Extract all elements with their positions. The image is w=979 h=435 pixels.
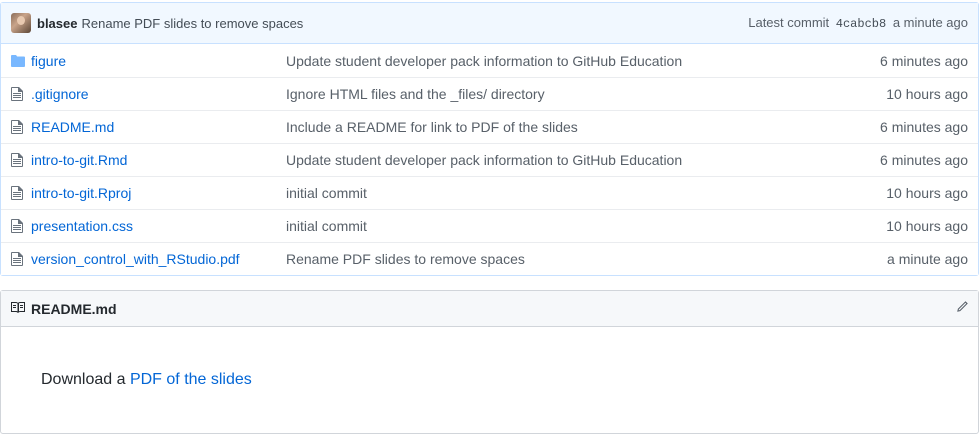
file-row: intro-to-git.Rmd Update student developer… xyxy=(1,143,978,176)
file-name-link[interactable]: figure xyxy=(31,53,66,69)
file-name-cell: figure xyxy=(31,53,286,69)
file-commit-age: 6 minutes ago xyxy=(880,152,968,168)
file-commit-message[interactable]: Ignore HTML files and the _files/ direct… xyxy=(286,86,818,102)
file-icon xyxy=(11,153,31,167)
readme-title: README.md xyxy=(31,300,117,317)
readme-text: Download a xyxy=(41,371,126,388)
file-name-link[interactable]: version_control_with_RStudio.pdf xyxy=(31,251,240,267)
readme-header: README.md xyxy=(1,291,978,327)
file-commit-age: a minute ago xyxy=(887,251,968,267)
file-commit-message[interactable]: Include a README for link to PDF of the … xyxy=(286,119,818,135)
file-row: presentation.css initial commit 10 hours a… xyxy=(1,209,978,242)
file-commit-message[interactable]: Update student developer pack informatio… xyxy=(286,53,818,69)
folder-icon xyxy=(11,54,31,67)
file-commit-age: 6 minutes ago xyxy=(880,52,968,69)
book-icon xyxy=(10,299,26,318)
file-commit-age: 10 hours ago xyxy=(886,218,968,234)
edit-readme-button[interactable] xyxy=(955,300,969,317)
readme-body: Download a PDF of the slides xyxy=(1,327,978,433)
file-commit-message[interactable]: Update student developer pack informatio… xyxy=(286,152,818,168)
file-icon xyxy=(11,252,31,266)
latest-commit-bar: blasee Rename PDF slides to remove space… xyxy=(1,3,978,44)
file-commit-age: 6 minutes ago xyxy=(880,119,968,135)
file-name-link[interactable]: README.md xyxy=(31,119,114,135)
file-commit-message[interactable]: initial commit xyxy=(286,218,818,234)
file-commit-age: 10 hours ago xyxy=(886,86,968,102)
file-name-cell: version_control_with_RStudio.pdf xyxy=(31,251,286,267)
latest-commit-info: Latest commit 4cabcb8 a minute ago xyxy=(748,15,968,31)
file-name-cell: .gitignore xyxy=(31,86,286,102)
file-name-cell: presentation.css xyxy=(31,218,286,234)
pdf-slides-link[interactable]: PDF of the slides xyxy=(130,371,252,388)
file-name-link[interactable]: presentation.css xyxy=(31,218,133,234)
file-commit-message[interactable]: Rename PDF slides to remove spaces xyxy=(286,251,818,267)
file-row: figure Update student developer pack info… xyxy=(1,44,978,77)
file-row: README.md Include a README for link to PD… xyxy=(1,110,978,143)
commit-message[interactable]: Rename PDF slides to remove spaces xyxy=(81,16,303,31)
file-commit-age: 10 hours ago xyxy=(886,185,968,201)
file-name-cell: intro-to-git.Rproj xyxy=(31,185,286,201)
file-name-cell: README.md xyxy=(31,119,286,135)
commit-age: a minute ago xyxy=(892,15,968,30)
commit-sha[interactable]: 4cabcb8 xyxy=(836,17,886,31)
readme-panel: README.md Download a PDF of the slides xyxy=(0,290,979,434)
file-commit-message[interactable]: initial commit xyxy=(286,185,818,201)
file-name-link[interactable]: intro-to-git.Rmd xyxy=(31,152,127,168)
file-icon xyxy=(11,87,31,101)
file-name-link[interactable]: intro-to-git.Rproj xyxy=(31,185,131,201)
file-row: intro-to-git.Rproj initial commit 10 hours… xyxy=(1,176,978,209)
avatar[interactable] xyxy=(11,13,31,33)
file-row: .gitignore Ignore HTML files and the _fil… xyxy=(1,77,978,110)
file-name-link[interactable]: .gitignore xyxy=(31,86,89,102)
file-browser: blasee Rename PDF slides to remove space… xyxy=(0,2,979,276)
pencil-icon xyxy=(955,300,969,317)
file-name-cell: intro-to-git.Rmd xyxy=(31,152,286,168)
file-row: version_control_with_RStudio.pdf Rename P… xyxy=(1,242,978,275)
file-list: figure Update student developer pack info… xyxy=(1,44,978,275)
file-icon xyxy=(11,186,31,200)
commit-author[interactable]: blasee xyxy=(37,16,77,31)
file-icon xyxy=(11,219,31,233)
file-icon xyxy=(11,120,31,134)
latest-commit-label: Latest commit xyxy=(748,15,830,30)
